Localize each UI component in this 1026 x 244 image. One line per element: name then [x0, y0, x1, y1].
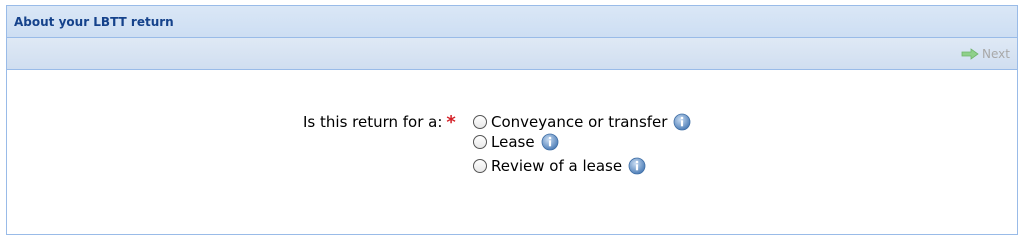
toolbar: Next: [7, 38, 1017, 70]
required-marker: *: [446, 112, 456, 133]
return-type-options: Conveyance or transfer Lease Review of a…: [473, 112, 691, 180]
arrow-right-icon: [961, 47, 979, 60]
radio-review-of-lease[interactable]: [473, 159, 487, 173]
info-icon[interactable]: [541, 133, 559, 151]
lbtt-return-panel: About your LBTT return Next Is this retu…: [6, 5, 1018, 235]
option-label[interactable]: Review of a lease: [491, 156, 622, 176]
info-icon[interactable]: [628, 157, 646, 175]
panel-header: About your LBTT return: [7, 6, 1017, 38]
radio-conveyance[interactable]: [473, 115, 487, 129]
radio-lease[interactable]: [473, 135, 487, 149]
info-icon[interactable]: [673, 113, 691, 131]
form-body: Is this return for a: * Conveyance or tra…: [7, 70, 1017, 234]
next-button[interactable]: Next: [958, 45, 1013, 63]
option-label[interactable]: Lease: [491, 132, 535, 152]
next-label: Next: [982, 46, 1010, 61]
question-label: Is this return for a: *: [303, 112, 456, 133]
question-text: Is this return for a:: [303, 113, 443, 131]
panel-title: About your LBTT return: [14, 14, 174, 29]
option-label[interactable]: Conveyance or transfer: [491, 112, 667, 132]
option-review-of-lease[interactable]: Review of a lease: [473, 152, 691, 180]
option-conveyance[interactable]: Conveyance or transfer: [473, 112, 691, 132]
